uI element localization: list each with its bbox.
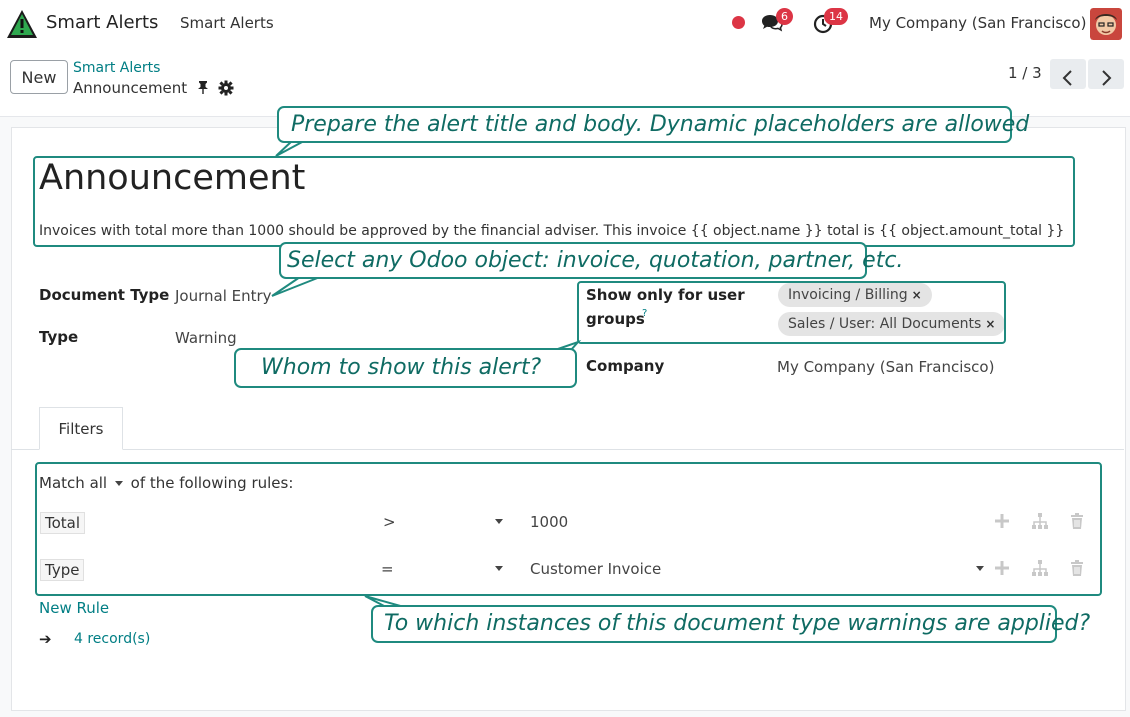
new-button[interactable]: New <box>10 60 68 94</box>
object-hint-callout: Select any Odoo object: invoice, quotati… <box>279 242 903 279</box>
breadcrumb-parent[interactable]: Smart Alerts <box>73 60 160 76</box>
activities-badge: 14 <box>824 8 848 25</box>
groups-hint-callout: Whom to show this alert? <box>234 348 577 388</box>
new-rule-link[interactable]: New Rule <box>39 599 109 617</box>
pager-previous-button[interactable] <box>1050 59 1086 89</box>
menu-item-smart-alerts[interactable]: Smart Alerts <box>180 14 274 32</box>
document-type-field[interactable]: Journal Entry <box>175 287 272 305</box>
company-switcher[interactable]: My Company (San Francisco) <box>869 14 1086 32</box>
chevron-left-icon <box>1062 69 1072 86</box>
pin-icon[interactable] <box>196 80 210 94</box>
title-hint-callout: Prepare the alert title and body. Dynami… <box>277 106 1029 143</box>
filters-hint-callout: To which instances of this document type… <box>371 605 1090 643</box>
chevron-right-icon <box>1102 69 1112 86</box>
title-body-highlight-frame <box>33 156 1075 247</box>
recording-dot-icon[interactable] <box>732 16 745 29</box>
user-groups-highlight-frame <box>577 281 1006 344</box>
records-count-link[interactable]: 4 record(s) <box>74 631 150 647</box>
type-label: Type <box>39 328 79 346</box>
app-name[interactable]: Smart Alerts <box>46 12 158 33</box>
breadcrumb-current: Announcement <box>73 79 188 97</box>
arrow-right-icon: ➔ <box>39 630 52 648</box>
company-label: Company <box>586 357 665 375</box>
filters-highlight-frame <box>35 462 1102 596</box>
pager-next-button[interactable] <box>1088 59 1124 89</box>
avatar[interactable] <box>1090 8 1122 40</box>
type-field[interactable]: Warning <box>175 329 237 347</box>
pager-value[interactable]: 1 / 3 <box>1008 64 1042 82</box>
tab-filters[interactable]: Filters <box>39 407 123 450</box>
app-logo-icon[interactable] <box>6 9 38 39</box>
gear-icon[interactable] <box>218 80 234 96</box>
company-field[interactable]: My Company (San Francisco) <box>777 358 994 376</box>
tab-divider <box>11 449 1124 450</box>
document-type-label: Document Type <box>39 286 170 304</box>
messages-badge: 6 <box>776 8 793 25</box>
